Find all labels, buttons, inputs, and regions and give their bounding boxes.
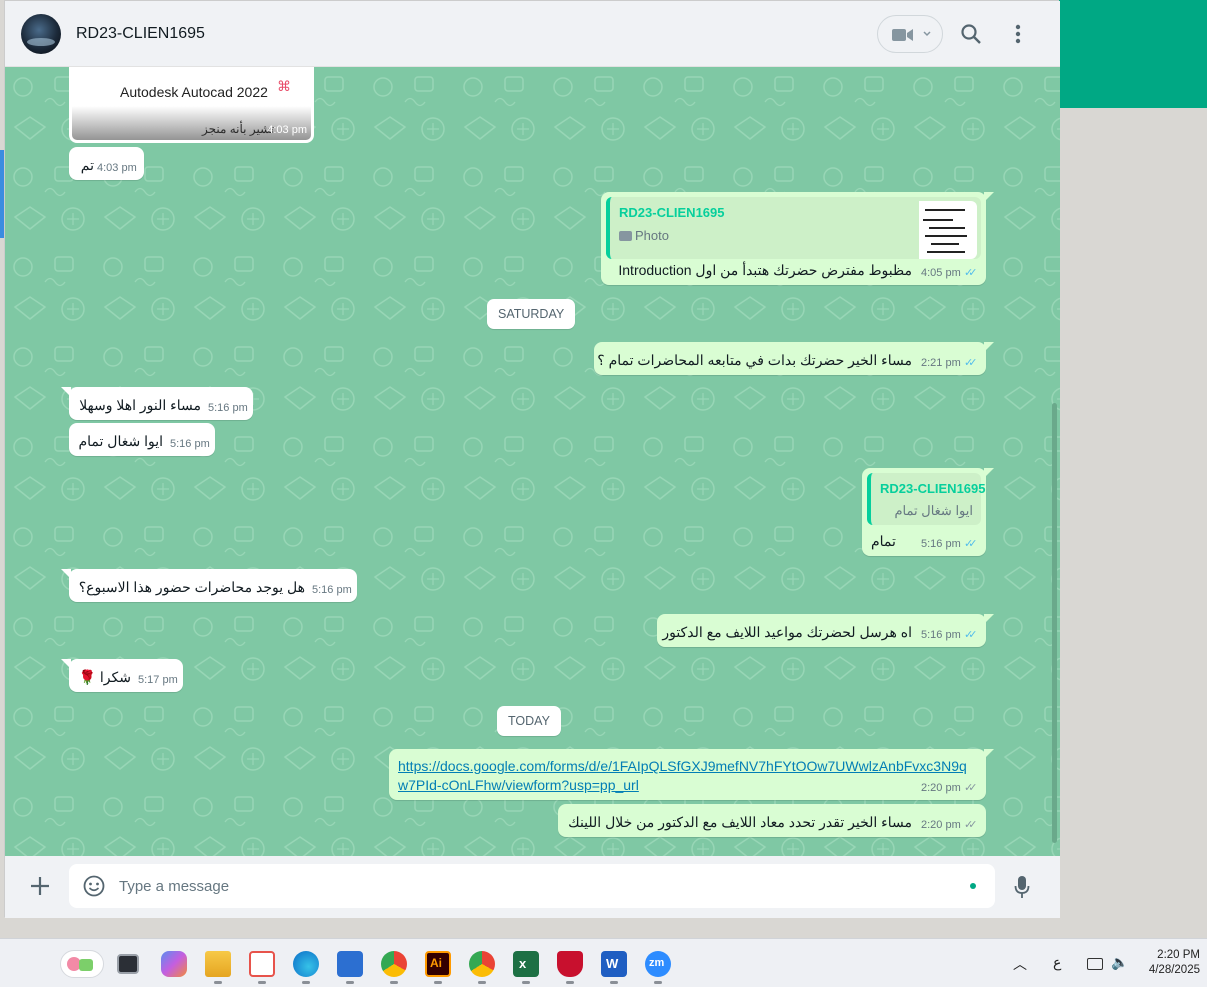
message-time: 2:21 pm <box>921 357 961 369</box>
incoming-message[interactable]: تم 4:03 pm <box>69 147 144 180</box>
mic-icon[interactable] <box>1014 875 1030 899</box>
task-view-icon[interactable] <box>117 954 139 974</box>
incoming-message[interactable]: مساء النور اهلا وسهلا 5:16 pm <box>61 387 253 420</box>
read-receipt-icon: ✓✓ <box>964 538 978 550</box>
quoted-text: ايوا شغال تمام <box>894 503 974 518</box>
attach-plus-icon[interactable] <box>30 876 50 896</box>
message-text: مساء النور اهلا وسهلا <box>79 397 201 413</box>
message-text: مساء الخير حضرتك بدات في متابعه المحاضرا… <box>597 352 912 368</box>
widgets-button[interactable] <box>60 950 104 978</box>
message-text: تمام <box>871 533 896 549</box>
message-time: 2:20 pm <box>921 819 961 831</box>
outgoing-message[interactable]: RD23-CLIEN1695 Photo مظبوط مفترض حضرتك ه… <box>601 192 994 285</box>
background-panel <box>1059 108 1207 938</box>
taskbar: Ai x W zm ︿ ع 🔈 2:20 PM 4/28/2025 <box>0 938 1207 987</box>
message-time: 5:17 pm <box>138 674 178 686</box>
mcafee-icon[interactable] <box>557 951 583 977</box>
network-icon[interactable] <box>1087 958 1103 970</box>
read-receipt-icon: ✓✓ <box>964 357 978 369</box>
system-clock[interactable]: 2:20 PM 4/28/2025 <box>1140 948 1200 978</box>
language-indicator[interactable]: ع <box>1053 954 1061 971</box>
status-dot <box>970 883 976 889</box>
message-time: 5:16 pm <box>921 538 961 550</box>
message-input[interactable] <box>119 874 939 898</box>
contact-name[interactable]: RD23-CLIEN1695 <box>76 25 205 43</box>
incoming-message[interactable]: شكرا 🌹 5:17 pm <box>61 659 183 692</box>
quoted-message[interactable]: RD23-CLIEN1695 ايوا شغال تمام <box>867 473 986 525</box>
read-receipt-icon: ✓✓ <box>964 629 978 641</box>
quoted-photo-thumbnail <box>919 201 977 259</box>
menu-icon[interactable] <box>1015 23 1021 45</box>
document-caption: تشير بأنه منجز <box>202 122 275 136</box>
file-explorer-icon[interactable] <box>205 951 231 977</box>
message-time: 5:16 pm <box>921 629 961 641</box>
message-time: 5:16 pm <box>170 438 210 450</box>
chat-background-pattern <box>5 67 1060 856</box>
emoji-icon[interactable] <box>83 875 105 897</box>
snipping-tool-icon[interactable] <box>249 951 275 977</box>
incoming-message[interactable]: هل يوجد محاضرات حضور هذا الاسبوع؟ 5:16 p… <box>61 569 357 602</box>
avatar[interactable] <box>21 14 61 54</box>
quoted-message[interactable]: RD23-CLIEN1695 Photo <box>606 197 981 259</box>
quoted-type: Photo <box>635 228 669 243</box>
camera-icon <box>619 231 632 241</box>
date-separator: SATURDAY <box>487 299 576 329</box>
excel-icon[interactable]: x <box>513 951 539 977</box>
clock-time: 2:20 PM <box>1157 949 1200 961</box>
message-time: 4:03 pm <box>97 162 137 174</box>
message-text: ايوا شغال تمام <box>78 433 163 449</box>
volume-icon[interactable]: 🔈 <box>1111 954 1128 971</box>
chevron-down-icon <box>923 31 931 37</box>
chat-header: RD23-CLIEN1695 <box>5 1 1060 67</box>
message-text: مظبوط مفترض حضرتك هتبدأ من اول Introduct… <box>618 262 912 278</box>
background-banner <box>1059 0 1207 108</box>
outgoing-message[interactable]: RD23-CLIEN1695 ايوا شغال تمام تمام 5:16 … <box>862 468 994 556</box>
read-receipt-icon: ✓✓ <box>964 267 978 279</box>
chrome-icon[interactable] <box>381 951 407 977</box>
message-composer <box>5 856 1060 918</box>
chevron-up-icon[interactable]: ︿ <box>1013 954 1027 974</box>
scrollbar[interactable] <box>1052 403 1057 843</box>
quoted-sender: RD23-CLIEN1695 <box>619 205 725 220</box>
incoming-message[interactable]: ايوا شغال تمام 5:16 pm <box>69 423 215 456</box>
notepad-icon[interactable] <box>337 951 363 977</box>
message-list[interactable]: Autodesk Autocad 2022 ⌘ تشير بأنه منجز 4… <box>5 67 1060 856</box>
zoom-icon[interactable]: zm <box>645 951 671 977</box>
outgoing-message[interactable]: مساء الخير تقدر تحدد معاد اللايف مع الدك… <box>558 804 986 837</box>
delivered-receipt-icon: ✓✓ <box>964 819 978 831</box>
message-time: 5:16 pm <box>312 584 352 596</box>
word-icon[interactable]: W <box>601 951 627 977</box>
copilot-icon[interactable] <box>161 951 187 977</box>
chat-window: RD23-CLIEN1695 Autodesk Autocad 2022 ⌘ ت… <box>4 0 1060 918</box>
outgoing-message[interactable]: اه هرسل لحضرتك مواعيد اللايف مع الدكتور … <box>657 614 994 647</box>
message-input-box <box>69 864 995 908</box>
message-text: اه هرسل لحضرتك مواعيد اللايف مع الدكتور <box>662 624 912 640</box>
document-title: Autodesk Autocad 2022 <box>120 84 268 100</box>
outgoing-message[interactable]: https://docs.google.com/forms/d/e/1FAIpQ… <box>389 749 994 800</box>
date-separator: TODAY <box>497 706 561 736</box>
autocad-icon: ⌘ <box>277 78 291 94</box>
edge-icon[interactable] <box>293 951 319 977</box>
chrome-profile-icon[interactable] <box>469 951 495 977</box>
message-text: هل يوجد محاضرات حضور هذا الاسبوع؟ <box>78 579 305 595</box>
quoted-sender: RD23-CLIEN1695 <box>880 481 986 496</box>
message-time: 5:16 pm <box>208 402 248 414</box>
clock-date: 4/28/2025 <box>1148 964 1200 976</box>
video-call-button[interactable] <box>877 15 943 53</box>
illustrator-icon[interactable]: Ai <box>425 951 451 977</box>
message-time: 4:05 pm <box>921 267 961 279</box>
message-time: 4:03 pm <box>267 124 307 136</box>
document-message[interactable]: Autodesk Autocad 2022 ⌘ تشير بأنه منجز 4… <box>69 67 314 143</box>
outgoing-message[interactable]: مساء الخير حضرتك بدات في متابعه المحاضرا… <box>594 342 994 375</box>
message-time: 2:20 pm <box>921 782 961 794</box>
search-icon[interactable] <box>960 23 982 45</box>
message-text: شكرا 🌹 <box>78 669 131 685</box>
message-text: مساء الخير تقدر تحدد معاد اللايف مع الدك… <box>568 814 912 830</box>
message-link[interactable]: https://docs.google.com/forms/d/e/1FAIpQ… <box>398 757 973 795</box>
message-text: تم <box>80 157 94 173</box>
video-call-icon <box>892 29 913 41</box>
delivered-receipt-icon: ✓✓ <box>964 782 978 794</box>
